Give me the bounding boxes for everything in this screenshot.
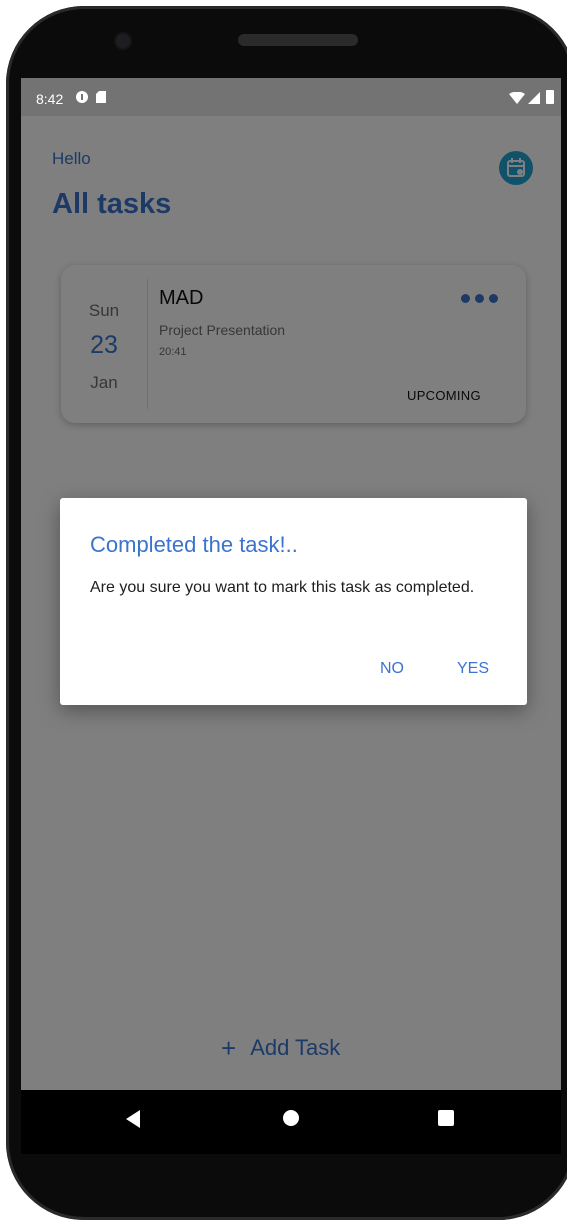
notification-app-icon (76, 91, 88, 103)
home-icon[interactable] (283, 1110, 299, 1126)
confirm-dialog: Completed the task!.. Are you sure you w… (60, 498, 527, 705)
signal-icon (528, 92, 540, 104)
dialog-title: Completed the task!.. (90, 532, 298, 557)
dialog-no-button[interactable]: NO (380, 660, 404, 678)
camera-icon (116, 34, 130, 48)
navigation-bar (21, 1090, 561, 1154)
status-bar: 8:42 (21, 78, 561, 116)
wifi-icon (509, 92, 525, 104)
status-time: 8:42 (36, 91, 64, 107)
battery-icon (546, 90, 554, 104)
recents-icon[interactable] (438, 1110, 454, 1126)
back-icon[interactable] (126, 1110, 140, 1128)
app-screen: 8:42 Hello All tasks Sun 23 Jan (21, 78, 561, 1090)
dialog-message: Are you sure you want to mark this task … (90, 579, 475, 596)
speaker-grille (238, 34, 358, 46)
dialog-yes-button[interactable]: YES (457, 660, 489, 678)
sd-card-icon (96, 91, 106, 103)
